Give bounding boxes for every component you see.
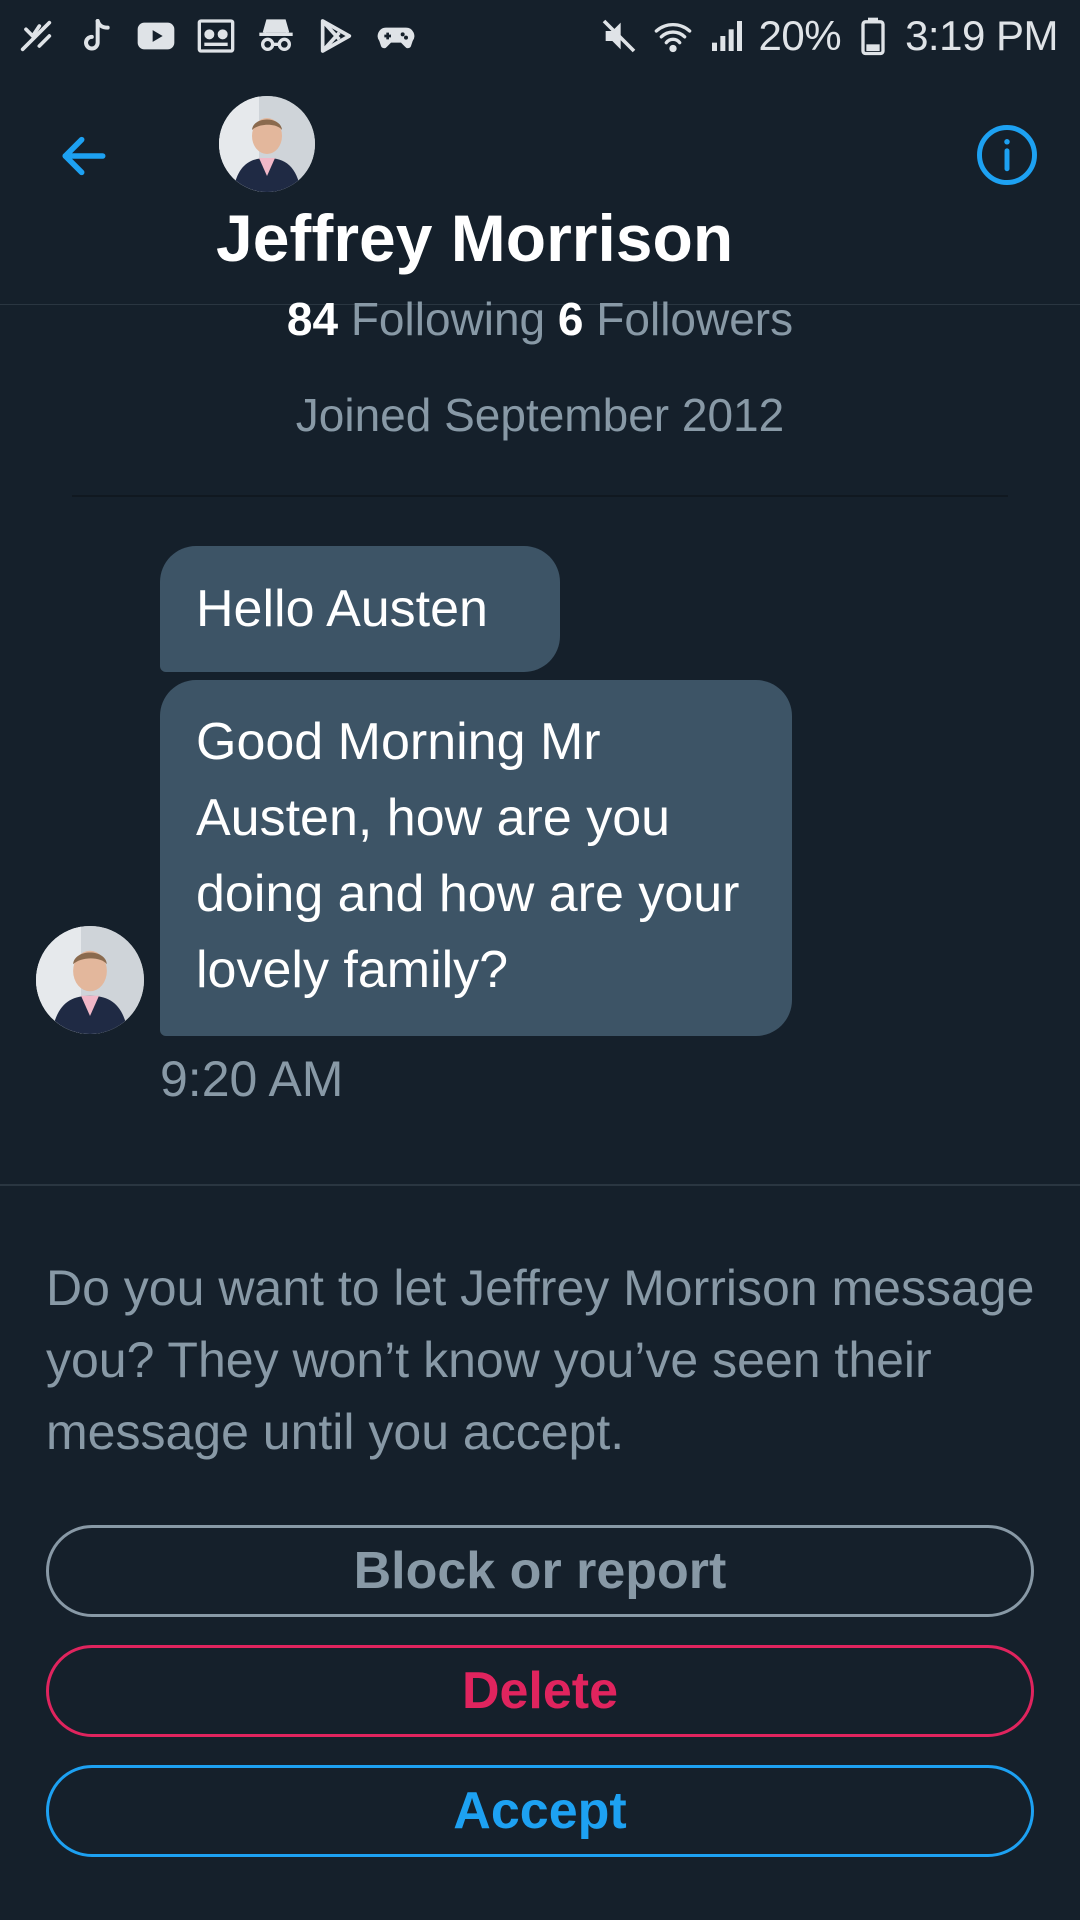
following-count: 84 xyxy=(286,293,339,345)
message-request-prompt: Do you want to let Jeffrey Morrison mess… xyxy=(46,1260,1035,1460)
delete-button[interactable]: Delete xyxy=(46,1645,1034,1737)
tiktok-icon xyxy=(74,14,118,58)
block-or-report-button[interactable]: Block or report xyxy=(46,1525,1034,1617)
battery-percent: 20% xyxy=(758,12,842,59)
dm-request-screen: 20% 3:19 PM Jeffrey Morrison 84 Followin… xyxy=(0,0,1080,1920)
accept-button[interactable]: Accept xyxy=(46,1765,1034,1857)
signal-icon xyxy=(705,14,749,58)
status-left-icons xyxy=(0,14,418,58)
status-right-icons: 20% 3:19 PM xyxy=(597,12,1080,60)
mute-icon xyxy=(597,14,641,58)
wifi-icon xyxy=(651,14,695,58)
info-icon xyxy=(977,125,1037,185)
joined-date: Joined September 2012 xyxy=(295,389,785,441)
meetup-icon xyxy=(194,14,238,58)
following-label: Following xyxy=(350,293,546,345)
sender-avatar[interactable] xyxy=(36,926,144,1034)
back-arrow-icon xyxy=(62,136,106,176)
incognito-icon xyxy=(254,14,298,58)
clock: 3:19 PM xyxy=(905,12,1058,59)
battery-icon xyxy=(851,14,895,58)
gamepad-icon xyxy=(374,14,418,58)
avatar[interactable] xyxy=(219,96,315,192)
message-text: Good Morning Mr Austen, how are you doin… xyxy=(196,713,740,999)
message-bubble[interactable]: Good Morning Mr Austen, how are you doin… xyxy=(160,680,792,1036)
follow-stats: 84 Following 6 Followers xyxy=(0,292,1080,346)
play-store-icon xyxy=(314,14,358,58)
divider xyxy=(72,495,1008,497)
message-timestamp: 9:20 AM xyxy=(160,1051,344,1107)
message-bubble[interactable]: Hello Austen xyxy=(160,546,560,672)
youtube-icon xyxy=(134,14,178,58)
divider xyxy=(0,1184,1080,1186)
followers-label: Followers xyxy=(596,293,794,345)
contact-name: Jeffrey Morrison xyxy=(216,201,734,275)
back-button[interactable] xyxy=(52,124,116,188)
followers-count: 6 xyxy=(557,293,584,345)
info-button[interactable] xyxy=(974,122,1040,188)
status-bar: 20% 3:19 PM xyxy=(0,0,1080,72)
conversation-header: Jeffrey Morrison xyxy=(0,72,1080,305)
missed-call-icon xyxy=(14,14,58,58)
message-text: Hello Austen xyxy=(196,580,488,638)
